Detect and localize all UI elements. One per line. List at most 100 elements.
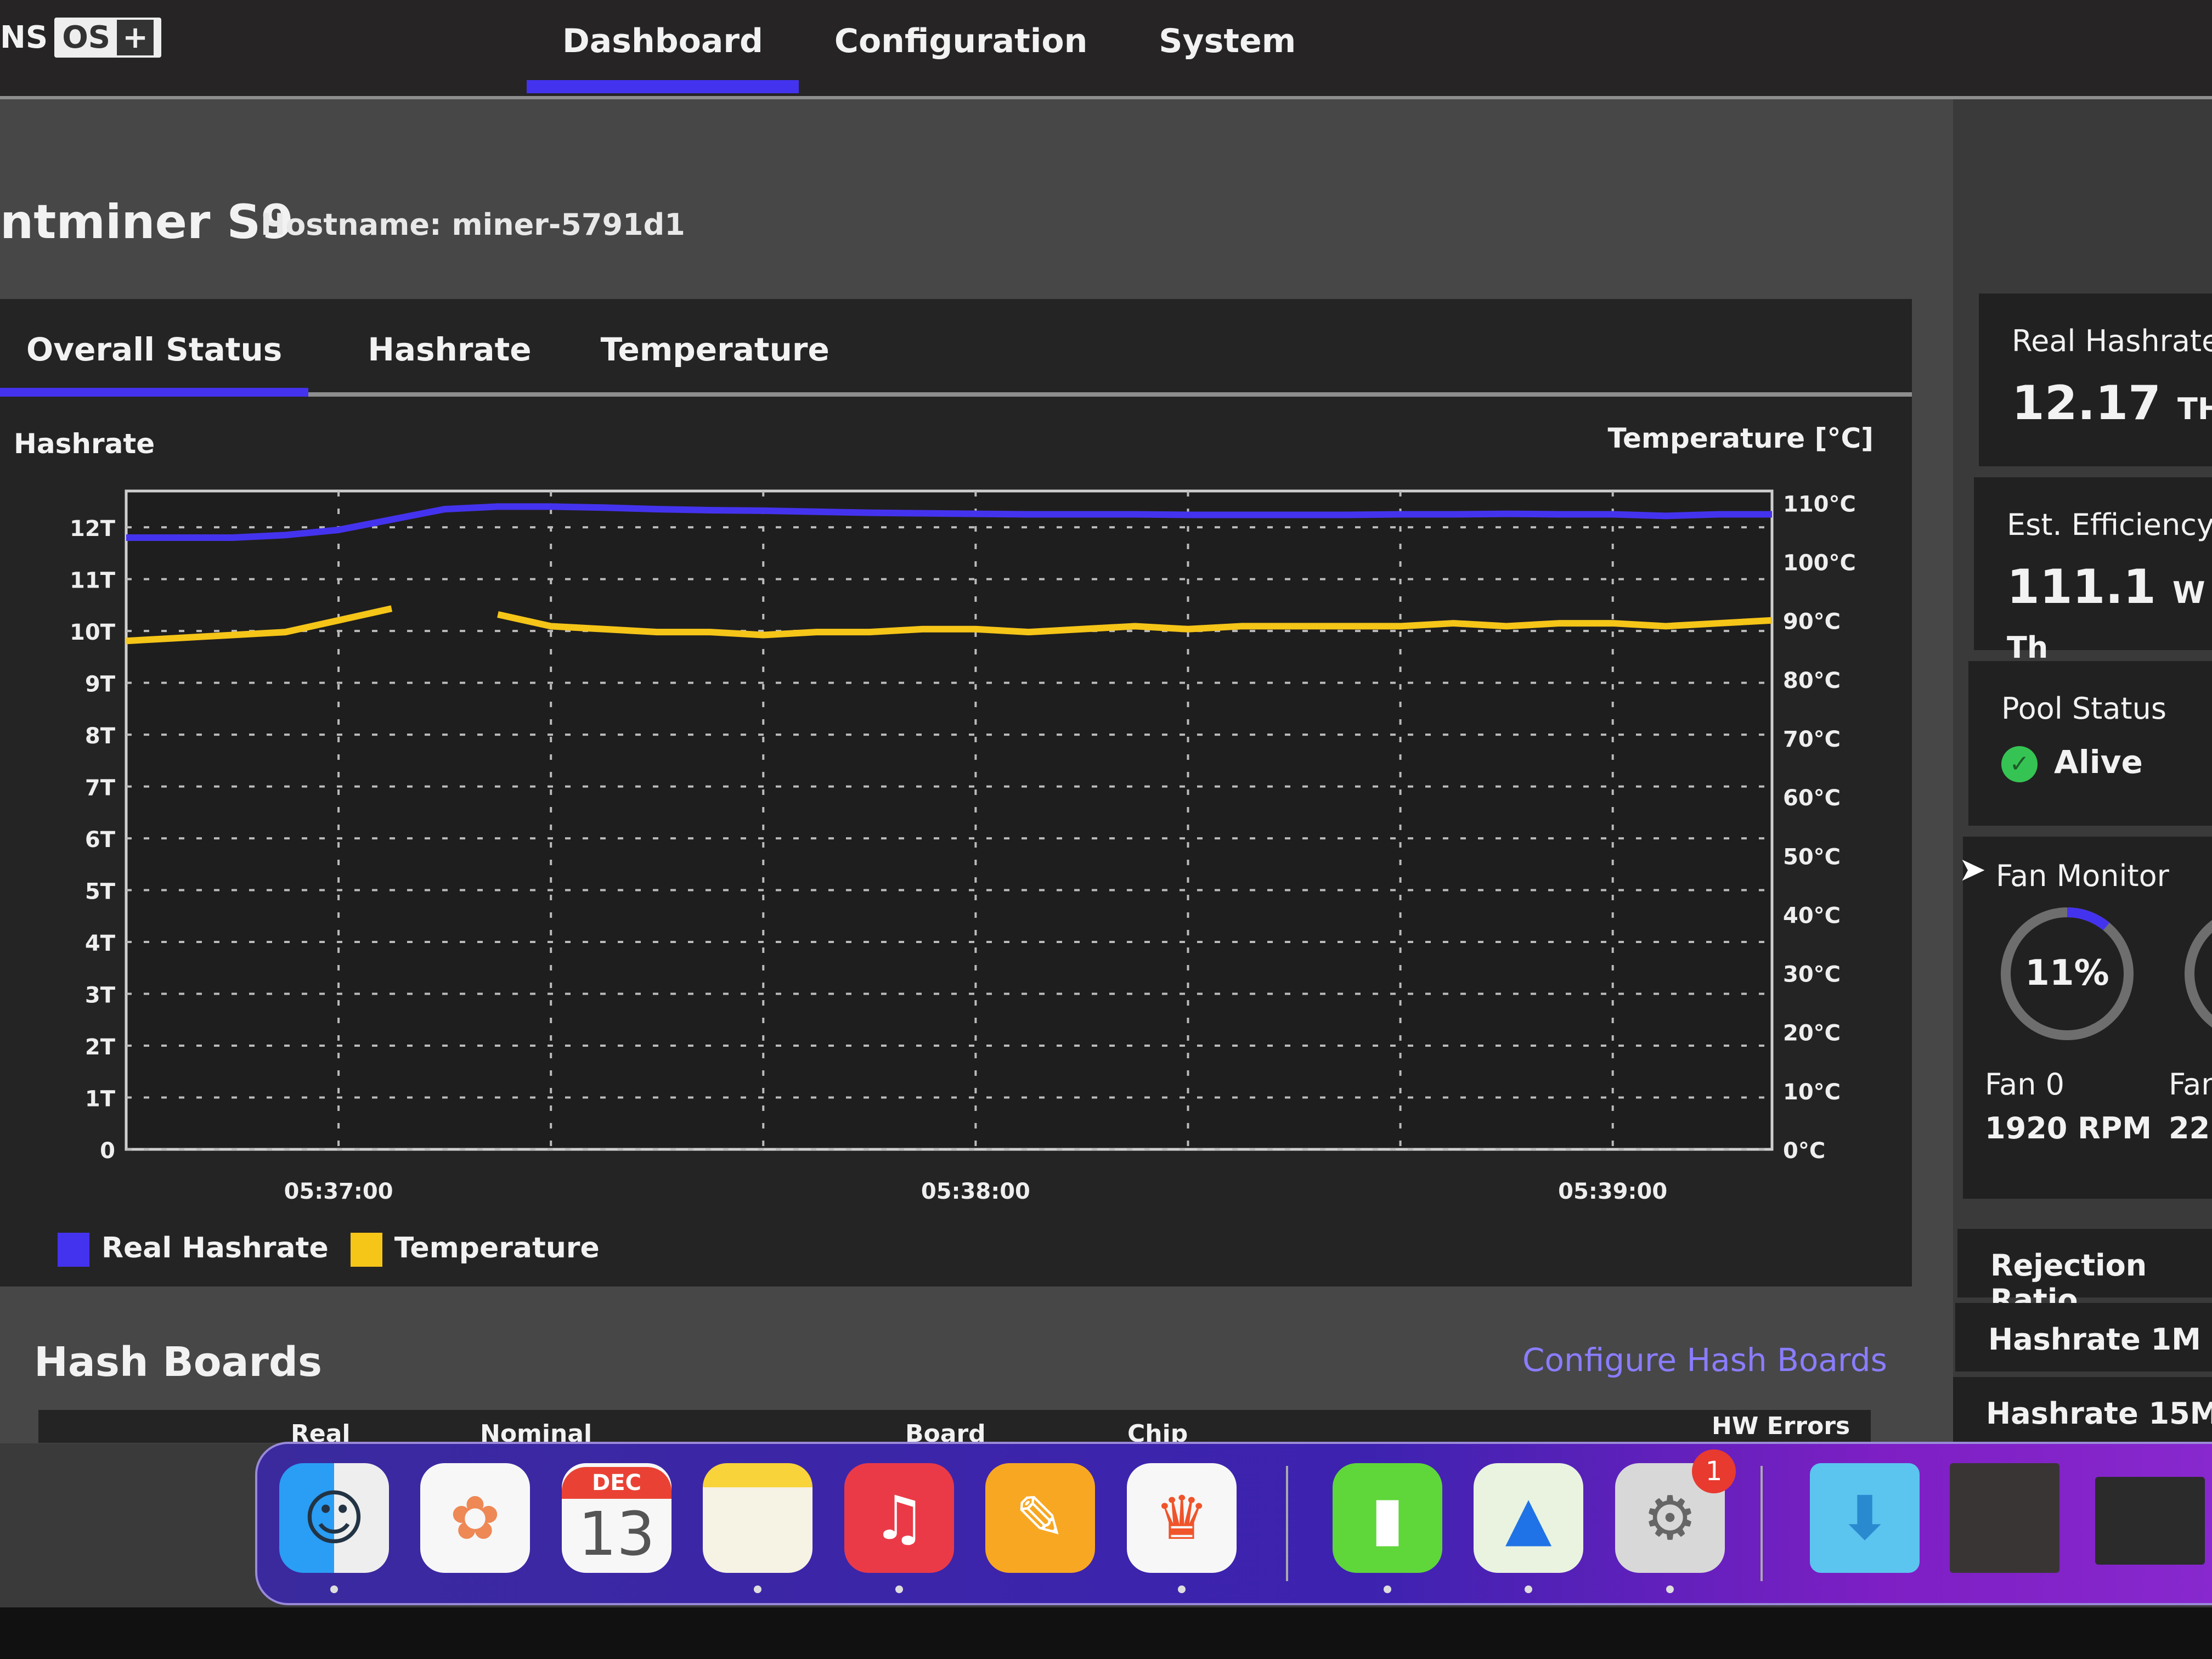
music-icon[interactable]: ♫ <box>844 1463 954 1573</box>
y2-tick-label: 80°C <box>1783 668 1841 693</box>
hash-boards-title: Hash Boards <box>34 1339 323 1386</box>
y2-tick-label: 50°C <box>1783 844 1841 870</box>
y-tick-label: 6T <box>85 827 116 853</box>
logo-os-text: OS <box>62 20 111 55</box>
y-tick-label: 11T <box>70 568 116 594</box>
real-hashrate-label: Real Hashrate <box>2012 324 2212 358</box>
calendar-day: 13 <box>578 1499 655 1569</box>
y2-tick-label: 0°C <box>1783 1138 1825 1164</box>
x-tick-label: 05:37:00 <box>284 1179 393 1204</box>
logo-prefix: NS <box>0 20 48 55</box>
legend-label-hashrate: Real Hashrate <box>101 1232 329 1265</box>
calendar-icon[interactable]: DEC 13 <box>562 1463 672 1573</box>
plus-icon: + <box>117 20 154 55</box>
right-axis-title: Temperature [°C] <box>1607 422 1874 454</box>
finder-icon[interactable]: ☺ <box>279 1463 389 1573</box>
brave-icon[interactable]: ♛ <box>1127 1463 1237 1573</box>
hostname-label: Hostname: miner-5791d1 <box>261 207 685 242</box>
macos-dock: ☺ ✿ DEC 13 ♫ ✎ ♛ ▮ ▲ ⚙ 1 ⬇ <box>255 1442 2212 1605</box>
braiins-os-logo[interactable]: NS OS + <box>0 18 162 58</box>
efficiency-value: 111.1 <box>2007 560 2157 614</box>
legend-item-temperature[interactable]: Temperature <box>350 1232 600 1267</box>
y-tick-label: 4T <box>85 931 116 956</box>
overview-card: Overall Status Hashrate Temperature Hash… <box>0 299 1912 1286</box>
legend-swatch-hashrate <box>58 1233 89 1267</box>
page-title: ntminer S9 <box>0 195 294 250</box>
fan-1-gauge-track <box>2185 920 2212 1028</box>
y2-tick-label: 60°C <box>1783 786 1841 811</box>
y-tick-label: 3T <box>85 983 116 1008</box>
minimized-window-thumbnail-2[interactable] <box>2095 1477 2205 1565</box>
overview-tabs: Overall Status Hashrate Temperature <box>0 315 1912 397</box>
hashrate-1m-label: Hashrate 1M <box>1988 1322 2201 1357</box>
photos-icon[interactable]: ✿ <box>420 1463 530 1573</box>
tab-hashrate[interactable]: Hashrate <box>341 315 557 392</box>
y2-tick-label: 90°C <box>1783 610 1841 635</box>
fan-monitor-card: Fan Monitor 11% 1 Fan 0 1920 RPM Fan 1 2… <box>1963 837 2212 1199</box>
maps-running-dot <box>1525 1585 1532 1593</box>
numbers-running-dot <box>1384 1585 1391 1593</box>
fan-0-name: Fan 0 <box>1985 1067 2064 1102</box>
dock-divider <box>1286 1466 1288 1581</box>
system-settings-running-dot <box>1666 1585 1674 1593</box>
music-running-dot <box>895 1585 903 1593</box>
pool-status-label: Pool Status <box>2001 691 2166 726</box>
tab-overall-status[interactable]: Overall Status <box>0 315 309 397</box>
maps-icon[interactable]: ▲ <box>1474 1463 1583 1573</box>
y-tick-label: 1T <box>85 1087 116 1112</box>
hash-boards-table-header: Real Nominal Board Chip HW Errors <box>38 1410 1871 1448</box>
y-tick-label: 8T <box>85 724 116 749</box>
y2-tick-label: 70°C <box>1783 727 1841 752</box>
fan-0-gauge: 11% <box>2001 907 2134 1040</box>
nav-configuration[interactable]: Configuration <box>799 16 1123 93</box>
legend-swatch-temperature <box>350 1233 382 1267</box>
pool-status-value: Alive <box>2054 743 2143 781</box>
efficiency-label: Est. Efficiency <box>2007 507 2212 542</box>
legend-label-temperature: Temperature <box>394 1232 600 1265</box>
hashrate-15m-label: Hashrate 15M <box>1986 1396 2212 1431</box>
fan-0-rpm: 1920 RPM <box>1985 1111 2152 1146</box>
y2-tick-label: 110°C <box>1783 492 1856 517</box>
dock-divider-2 <box>1760 1466 1763 1581</box>
y-tick-label: 5T <box>85 879 116 905</box>
mouse-cursor-icon: ➤ <box>1959 850 1987 889</box>
notes-icon[interactable] <box>703 1463 812 1573</box>
y-tick-label: 12T <box>70 516 116 541</box>
brave-running-dot <box>1178 1585 1186 1593</box>
pages-icon[interactable]: ✎ <box>985 1463 1095 1573</box>
pool-status-card: Pool Status ✓ Alive <box>1968 661 2212 826</box>
y-tick-label: 2T <box>85 1035 116 1060</box>
nav-system[interactable]: System <box>1123 16 1331 93</box>
fan-1-rpm: 222 <box>2169 1111 2212 1146</box>
nav-dashboard[interactable]: Dashboard <box>527 16 799 93</box>
fan-1-name: Fan 1 <box>2169 1067 2212 1102</box>
real-hashrate-card: Real Hashrate 12.17 TH/s <box>1979 294 2212 466</box>
col-hw-errors: HW Errors <box>1712 1412 1850 1440</box>
main-nav: Dashboard Configuration System <box>527 16 1331 93</box>
y-tick-label: 0 <box>100 1138 115 1164</box>
numbers-icon[interactable]: ▮ <box>1333 1463 1442 1573</box>
fan-0-percent: 11% <box>2025 953 2109 994</box>
y2-tick-label: 40°C <box>1783 903 1841 928</box>
logo-os-badge: OS + <box>54 18 162 58</box>
minimized-window-thumbnail[interactable] <box>1950 1463 2059 1573</box>
top-navigation-bar: NS OS + Dashboard Configuration System <box>0 0 2212 99</box>
legend-item-hashrate[interactable]: Real Hashrate <box>58 1232 329 1267</box>
notes-running-dot <box>754 1585 761 1593</box>
fan-1-gauge: 1 <box>2185 920 2212 1028</box>
finder-running-dot <box>330 1585 338 1593</box>
configure-hash-boards-link[interactable]: Configure Hash Boards <box>1522 1341 1887 1379</box>
calendar-month: DEC <box>562 1467 672 1499</box>
check-circle-icon: ✓ <box>2001 746 2038 782</box>
tab-temperature[interactable]: Temperature <box>574 315 856 392</box>
x-tick-label: 05:39:00 <box>1558 1179 1667 1204</box>
y-tick-label: 9T <box>85 672 116 697</box>
downloads-folder-icon[interactable]: ⬇ <box>1810 1463 1920 1573</box>
hashrate-temperature-chart: 0 1T 2T 3T 4T 5T 6T 7T 8T 9T 10T 11T 12T 0°C 10°C 20°C 3… <box>70 489 1856 1204</box>
real-hashrate-unit: TH/s <box>2177 392 2212 426</box>
hashrate-1m-card: Hashrate 1M <box>1955 1303 2212 1372</box>
y2-tick-label: 10°C <box>1783 1080 1841 1105</box>
chart-legend: Real Hashrate Temperature <box>58 1232 600 1267</box>
real-hashrate-value: 12.17 <box>2012 376 2162 431</box>
y2-tick-label: 20°C <box>1783 1021 1841 1046</box>
